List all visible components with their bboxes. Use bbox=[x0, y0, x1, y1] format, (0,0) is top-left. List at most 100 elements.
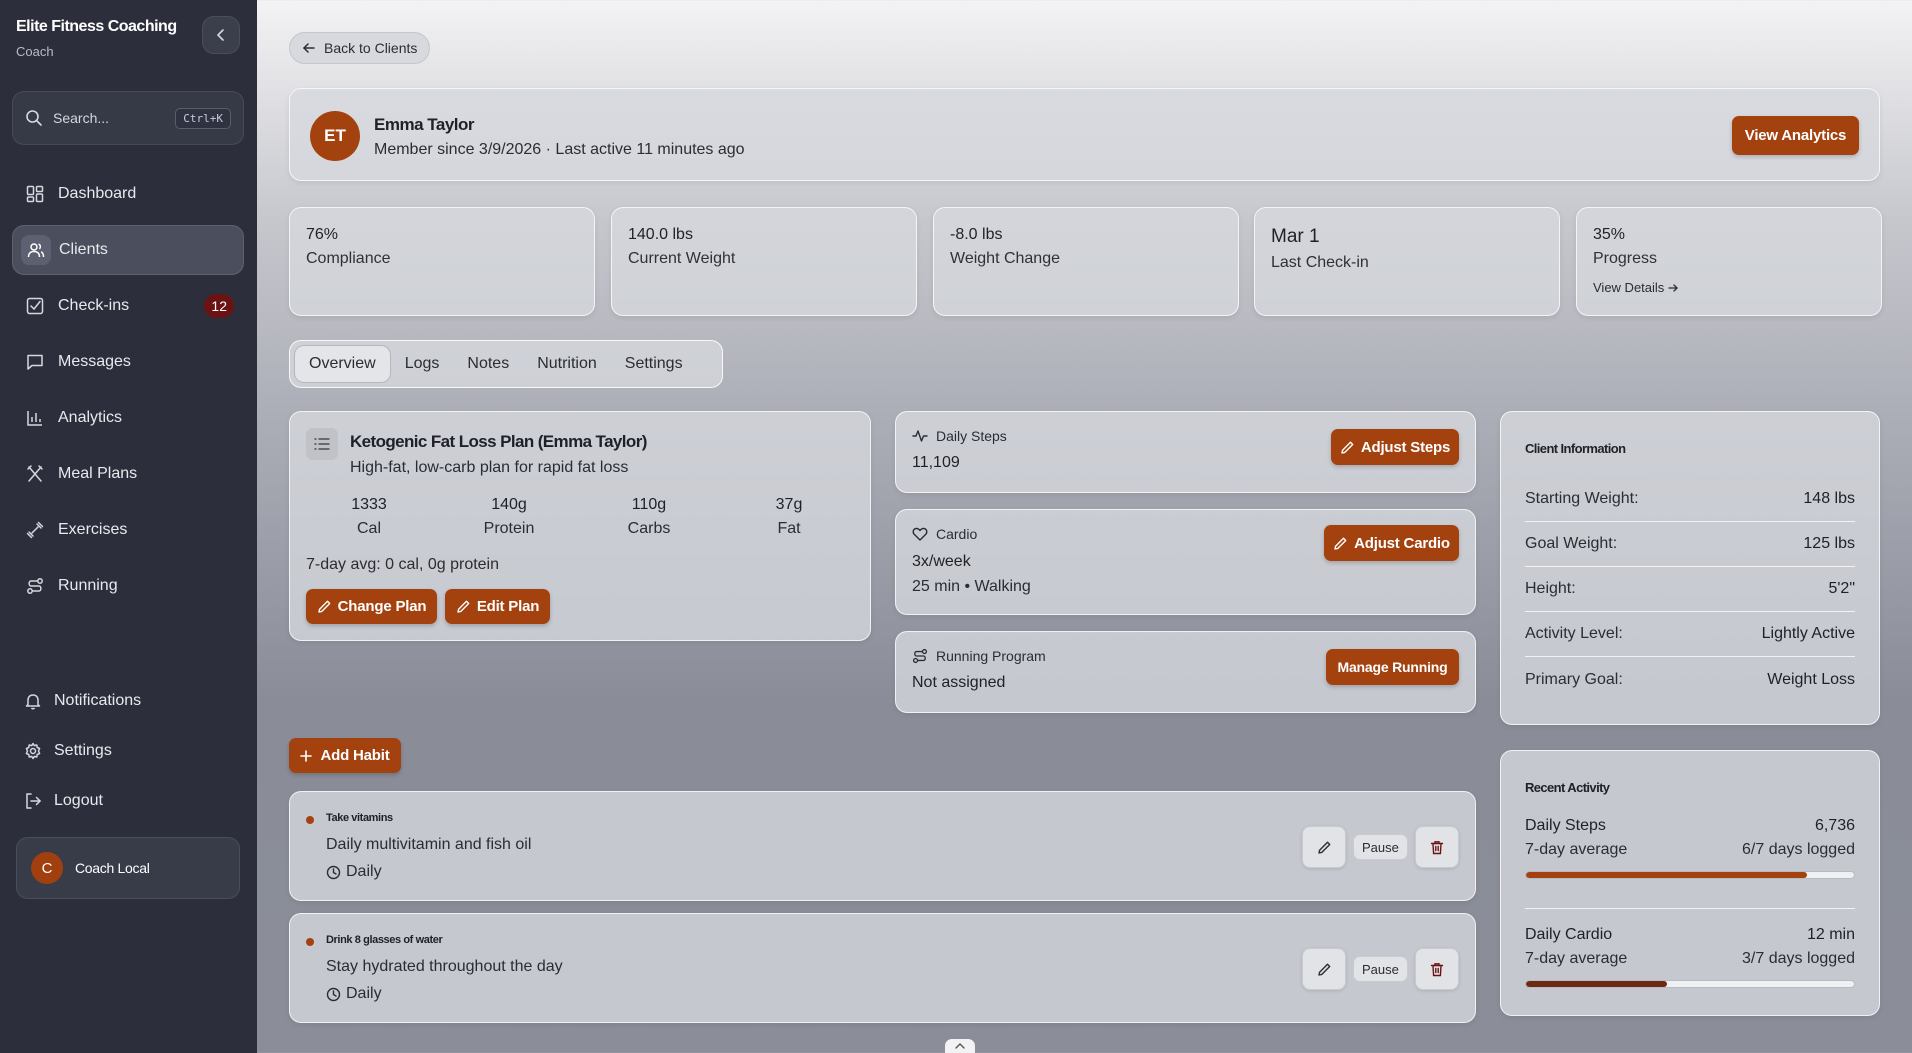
view-analytics-button[interactable]: View Analytics bbox=[1732, 116, 1859, 155]
check-ins-count-badge: 12 bbox=[204, 294, 234, 318]
pause-habit-button[interactable]: Pause bbox=[1353, 956, 1408, 982]
habit-frequency-label: Daily bbox=[346, 863, 382, 880]
manage-running-button[interactable]: Manage Running bbox=[1326, 649, 1459, 685]
sidebar-item-label: Notifications bbox=[54, 692, 142, 709]
info-label: Goal Weight: bbox=[1525, 535, 1618, 552]
activity-progress-fill bbox=[1526, 981, 1667, 987]
tab-notes[interactable]: Notes bbox=[453, 345, 523, 383]
adjust-cardio-button[interactable]: Adjust Cardio bbox=[1324, 525, 1459, 561]
info-value: Weight Loss bbox=[1767, 670, 1855, 688]
user-card[interactable]: C Coach Local bbox=[16, 837, 240, 899]
edit-plan-button[interactable]: Edit Plan bbox=[445, 589, 550, 624]
avatar: ET bbox=[310, 111, 360, 161]
checkbox-icon bbox=[26, 297, 44, 315]
habit-frequency: Daily bbox=[326, 985, 382, 1003]
daily-steps-card: Daily Steps 11,109 Adjust Steps bbox=[895, 411, 1476, 493]
stat-label: Progress bbox=[1593, 250, 1658, 267]
edit-habit-button[interactable] bbox=[1302, 948, 1346, 990]
pencil-icon bbox=[317, 600, 331, 613]
list-icon bbox=[306, 428, 338, 460]
tab-settings[interactable]: Settings bbox=[611, 345, 697, 383]
search-icon bbox=[26, 110, 42, 126]
sidebar-item-analytics[interactable]: Analytics bbox=[12, 393, 244, 443]
activity-sub: 7-day average bbox=[1525, 841, 1628, 858]
dumbbell-icon bbox=[26, 521, 44, 539]
plan-title: Ketogenic Fat Loss Plan (Emma Taylor) bbox=[350, 432, 647, 451]
activity-name: Daily Steps bbox=[1525, 817, 1606, 834]
habit-frequency: Daily bbox=[326, 863, 382, 881]
delete-habit-button[interactable] bbox=[1415, 948, 1459, 990]
info-row-height: Height: 5'2" bbox=[1525, 567, 1855, 612]
change-plan-button[interactable]: Change Plan bbox=[306, 589, 437, 624]
bar-chart-icon bbox=[27, 411, 42, 426]
recent-activity-card: Recent Activity Daily Steps 6,736 7-day … bbox=[1500, 750, 1880, 1016]
sidebar-item-running[interactable]: Running bbox=[12, 561, 244, 611]
scroll-to-top-button[interactable] bbox=[945, 1039, 975, 1053]
adjust-steps-button[interactable]: Adjust Steps bbox=[1331, 429, 1459, 465]
add-habit-button[interactable]: Add Habit bbox=[289, 738, 401, 773]
info-label: Primary Goal: bbox=[1525, 670, 1623, 688]
route-icon bbox=[912, 648, 928, 664]
sidebar: Elite Fitness Coaching Coach Search... C… bbox=[0, 0, 257, 1053]
stat-label: Current Weight bbox=[628, 250, 736, 267]
info-row-primary-goal: Primary Goal: Weight Loss bbox=[1525, 657, 1855, 702]
tab-overview[interactable]: Overview bbox=[294, 345, 391, 383]
sidebar-item-label: Check-ins bbox=[58, 297, 130, 314]
activity-value: 12 min bbox=[1806, 926, 1855, 943]
adjust-cardio-label: Adjust Cardio bbox=[1354, 534, 1450, 552]
macro-label: Cal bbox=[356, 520, 381, 537]
activity-name: Daily Cardio bbox=[1525, 926, 1613, 943]
sidebar-item-logout[interactable]: Logout bbox=[24, 792, 103, 810]
edit-habit-button[interactable] bbox=[1302, 826, 1346, 868]
pencil-icon bbox=[1334, 537, 1347, 550]
delete-habit-button[interactable] bbox=[1415, 826, 1459, 868]
info-label: Activity Level: bbox=[1525, 625, 1623, 642]
stat-value: 76% bbox=[306, 226, 339, 243]
avatar: C bbox=[31, 852, 63, 884]
pencil-icon bbox=[1317, 841, 1330, 854]
info-label: Height: bbox=[1525, 580, 1576, 597]
trash-icon bbox=[1430, 840, 1444, 854]
view-details-link[interactable]: View Details bbox=[1593, 280, 1679, 295]
sidebar-item-label: Running bbox=[58, 577, 118, 594]
running-program-card: Running Program Not assigned Manage Runn… bbox=[895, 631, 1476, 713]
sidebar-item-messages[interactable]: Messages bbox=[12, 337, 244, 387]
sidebar-item-clients[interactable]: Clients bbox=[12, 225, 244, 275]
pencil-icon bbox=[1341, 441, 1354, 454]
sidebar-item-notifications[interactable]: Notifications bbox=[24, 692, 141, 710]
tab-logs[interactable]: Logs bbox=[391, 345, 454, 383]
brand-title: Elite Fitness Coaching bbox=[16, 18, 177, 35]
sidebar-item-check-ins[interactable]: Check-ins 12 bbox=[12, 281, 244, 331]
habit-status-dot bbox=[306, 816, 314, 824]
stat-card-progress: 35% Progress View Details bbox=[1576, 207, 1882, 316]
pause-habit-button[interactable]: Pause bbox=[1353, 834, 1408, 860]
collapse-sidebar-button[interactable] bbox=[202, 16, 240, 54]
sidebar-item-settings[interactable]: Settings bbox=[24, 742, 112, 760]
sidebar-item-label: Messages bbox=[58, 353, 131, 370]
stat-label: Last Check-in bbox=[1271, 254, 1369, 271]
pencil-icon bbox=[457, 600, 470, 613]
meal-plan-card: Ketogenic Fat Loss Plan (Emma Taylor) Hi… bbox=[289, 411, 871, 641]
stat-value: 140.0 lbs bbox=[628, 226, 693, 243]
grid-icon bbox=[26, 185, 44, 203]
sidebar-item-meal-plans[interactable]: Meal Plans bbox=[12, 449, 244, 499]
clock-icon bbox=[326, 987, 341, 1001]
sidebar-item-dashboard[interactable]: Dashboard bbox=[12, 169, 244, 219]
tab-nutrition[interactable]: Nutrition bbox=[523, 345, 611, 383]
add-habit-label: Add Habit bbox=[320, 747, 390, 764]
back-to-clients-button[interactable]: Back to Clients bbox=[289, 32, 431, 64]
arrow-right-icon bbox=[1668, 283, 1679, 292]
activity-daily-steps: Daily Steps 6,736 7-day average 6/7 days… bbox=[1525, 817, 1855, 879]
habit-card: Drink 8 glasses of water Stay hydrated t… bbox=[289, 913, 1476, 1023]
macro-label: Carbs bbox=[627, 520, 671, 537]
sidebar-item-exercises[interactable]: Exercises bbox=[12, 505, 244, 555]
clock-icon bbox=[326, 865, 341, 879]
brand-subtitle: Coach bbox=[16, 44, 54, 59]
stat-value: 35% bbox=[1593, 226, 1626, 243]
sidebar-item-label: Logout bbox=[54, 792, 103, 809]
gear-icon bbox=[25, 742, 41, 760]
chevron-left-icon bbox=[216, 29, 224, 41]
search-input[interactable]: Search... Ctrl+K bbox=[12, 91, 244, 145]
sidebar-item-label: Settings bbox=[54, 742, 112, 759]
stat-card-last-check-in: Mar 1 Last Check-in bbox=[1254, 207, 1560, 316]
